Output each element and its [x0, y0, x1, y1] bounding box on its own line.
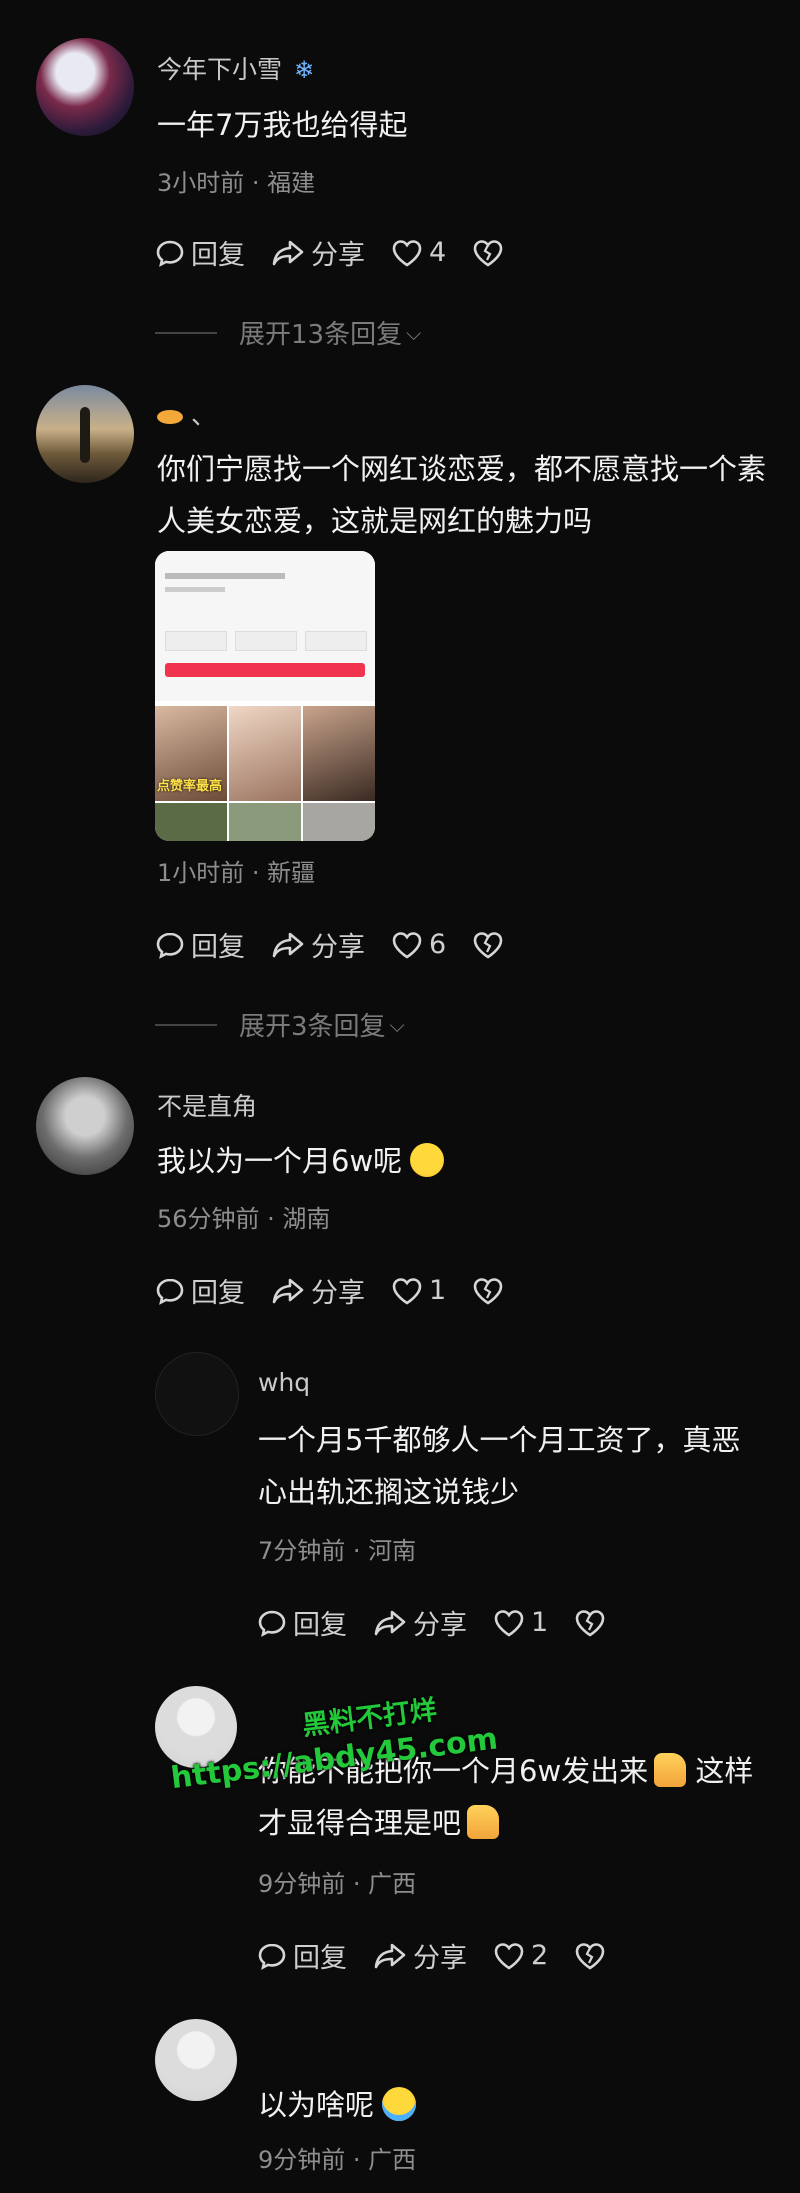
like-button[interactable]: 4	[391, 237, 446, 268]
like-button[interactable]: 6	[391, 929, 446, 960]
username[interactable]: whq	[258, 1368, 310, 1397]
expand-label: 展开13条回复	[239, 320, 403, 350]
reply-text: 一个月5千都够人一个月工资了，真恶心出轨还搁这说钱少	[258, 1423, 741, 1509]
reply-button[interactable]: 回复	[257, 1603, 347, 1642]
like-count: 1	[531, 1607, 549, 1638]
comment-text: 你们宁愿找一个网红谈恋爱，都不愿意找一个素人美女恋爱，这就是网红的魅力吗	[157, 452, 767, 538]
image-photo-6	[303, 803, 375, 841]
share-label: 分享	[413, 1943, 467, 1974]
reply-meta: 9分钟前 · 广西	[258, 2146, 417, 2174]
share-label: 分享	[311, 1278, 365, 1309]
dislike-button[interactable]	[472, 238, 510, 268]
username[interactable]: 、	[191, 401, 216, 430]
avatar[interactable]	[36, 1077, 134, 1175]
dislike-button[interactable]	[472, 930, 510, 960]
like-count: 2	[531, 1940, 549, 1971]
expand-label: 展开3条回复	[239, 1012, 386, 1042]
divider	[155, 331, 217, 334]
heart-icon	[494, 1609, 524, 1637]
heart-icon	[494, 1942, 524, 1970]
share-button[interactable]: 分享	[373, 1936, 467, 1975]
chevron-down-icon: ⌵	[406, 320, 422, 345]
comment-text: 一年7万我也给得起	[157, 108, 408, 142]
username[interactable]: 不是直角	[157, 1087, 257, 1123]
share-icon	[272, 1278, 304, 1303]
dislike-button[interactable]	[574, 1608, 612, 1638]
share-label: 分享	[413, 1610, 467, 1641]
broken-heart-icon	[473, 1277, 503, 1305]
reply-text: 以为啥呢	[258, 2088, 375, 2122]
reply-label: 回复	[293, 1943, 347, 1974]
dislike-button[interactable]	[574, 1941, 612, 1971]
thumbs-up-icon	[654, 1753, 687, 1787]
reply-icon	[156, 1278, 184, 1305]
share-label: 分享	[311, 240, 365, 271]
reply-button[interactable]: 回复	[155, 1271, 245, 1310]
heart-icon	[392, 239, 422, 267]
divider	[155, 1023, 217, 1026]
reply-label: 回复	[293, 1610, 347, 1641]
share-icon	[374, 1943, 406, 1968]
like-count: 1	[429, 1275, 447, 1306]
username[interactable]: 今年下小雪	[157, 55, 282, 84]
laughing-crying-emoji-icon	[382, 2087, 417, 2121]
reply-button[interactable]: 回复	[155, 925, 245, 964]
silhouette-figure	[80, 407, 90, 463]
share-button[interactable]: 分享	[373, 1603, 467, 1642]
share-button[interactable]: 分享	[271, 925, 365, 964]
avatar[interactable]	[36, 38, 134, 136]
like-button[interactable]: 2	[493, 1940, 548, 1971]
image-photo-4	[155, 803, 227, 841]
comment-image[interactable]: 点赞率最高	[155, 551, 375, 841]
reply-icon	[258, 1610, 286, 1637]
heart-icon	[392, 931, 422, 959]
image-caption: 点赞率最高	[157, 779, 223, 794]
share-button[interactable]: 分享	[271, 1271, 365, 1310]
reply-label: 回复	[191, 1278, 245, 1309]
comment-meta: 1小时前 · 新疆	[157, 859, 316, 887]
like-count: 4	[429, 237, 447, 268]
broken-heart-icon	[473, 239, 503, 267]
comment-text: 我以为一个月6w呢	[157, 1144, 403, 1178]
grinning-emoji-icon	[410, 1143, 445, 1177]
reply-label: 回复	[191, 240, 245, 271]
comment-meta: 56分钟前 · 湖南	[157, 1205, 331, 1233]
reply-meta: 9分钟前 · 广西	[258, 1870, 417, 1898]
reply-button[interactable]: 回复	[155, 233, 245, 272]
snowflake-icon: ❄	[293, 56, 315, 84]
image-photo-5	[229, 803, 301, 841]
ufo-icon	[157, 410, 183, 424]
heart-icon	[392, 1277, 422, 1305]
thumbs-up-icon	[467, 1805, 500, 1839]
reply-meta: 7分钟前 · 河南	[258, 1537, 417, 1565]
share-icon	[272, 240, 304, 265]
image-header	[155, 551, 375, 701]
reply-icon	[156, 240, 184, 267]
avatar[interactable]	[155, 2019, 237, 2101]
share-icon	[272, 932, 304, 957]
chevron-down-icon: ⌵	[389, 1012, 405, 1037]
reply-button[interactable]: 回复	[257, 1936, 347, 1975]
comment-meta: 3小时前 · 福建	[157, 169, 316, 197]
reply-icon	[156, 932, 184, 959]
expand-replies[interactable]: 展开3条回复 ⌵	[155, 1006, 405, 1043]
like-button[interactable]: 1	[391, 1275, 446, 1306]
broken-heart-icon	[575, 1609, 605, 1637]
share-button[interactable]: 分享	[271, 233, 365, 272]
broken-heart-icon	[473, 931, 503, 959]
avatar[interactable]	[36, 385, 134, 483]
image-photo-2	[229, 706, 301, 801]
expand-replies[interactable]: 展开13条回复 ⌵	[155, 314, 421, 351]
broken-heart-icon	[575, 1942, 605, 1970]
like-button[interactable]: 1	[493, 1607, 548, 1638]
share-icon	[374, 1610, 406, 1635]
share-label: 分享	[311, 932, 365, 963]
reply-label: 回复	[191, 932, 245, 963]
like-count: 6	[429, 929, 447, 960]
dislike-button[interactable]	[472, 1276, 510, 1306]
avatar[interactable]	[155, 1352, 239, 1436]
image-photo-3	[303, 706, 375, 801]
reply-icon	[258, 1943, 286, 1970]
